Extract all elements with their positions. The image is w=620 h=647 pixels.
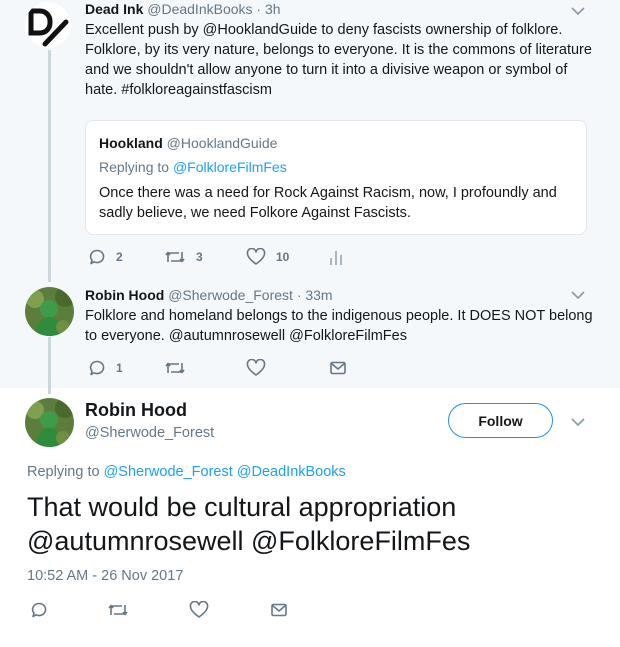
- tweet-actions: 2 3 10: [88, 247, 388, 267]
- retweet-icon: [108, 604, 128, 616]
- quote-author-name: Hookland: [99, 135, 163, 151]
- tweet-text-line: and we shouldn't allow anyone to turn it…: [85, 62, 568, 78]
- avatar[interactable]: [25, 398, 74, 447]
- quote-text-line: Once there was a need for Rock Against R…: [99, 185, 557, 201]
- author-handle[interactable]: @DeadInkBooks: [147, 1, 252, 17]
- author-name[interactable]: Robin Hood: [85, 287, 164, 303]
- like-button[interactable]: [246, 358, 266, 378]
- avatar[interactable]: [25, 2, 71, 48]
- tweet-text-line: Folklore and homeland belongs to the ind…: [85, 308, 593, 324]
- author-name[interactable]: Dead Ink: [85, 1, 143, 17]
- reply-icon: [89, 249, 105, 265]
- tweet-header: Dead Ink @DeadInkBooks · 3h: [85, 1, 281, 17]
- direct-message-button[interactable]: [270, 600, 288, 620]
- tweet-text-line: Excellent push by @HooklandGuide to deny…: [85, 22, 563, 38]
- reply-count: 1: [116, 361, 123, 375]
- analytics-icon: [330, 251, 342, 265]
- chevron-down-icon[interactable]: [571, 417, 585, 427]
- envelope-icon: [330, 361, 346, 375]
- retweet-icon: [165, 251, 185, 263]
- retweet-count: 3: [196, 250, 203, 264]
- quote-header: Hookland @HooklandGuide: [99, 135, 277, 151]
- replying-prefix: Replying to: [27, 464, 100, 480]
- tweet-text-line: hate. #folkloreagainstfascism: [85, 82, 272, 98]
- quote-author-handle: @HooklandGuide: [166, 135, 278, 151]
- tweet-text-line: to everyone. @autumnrosewell @FolkloreFi…: [85, 328, 407, 344]
- author-handle[interactable]: @Sherwode_Forest: [85, 425, 214, 441]
- tweet-dead-ink[interactable]: Dead Ink @DeadInkBooks · 3h Excellent pu…: [0, 0, 620, 270]
- heart-icon: [189, 601, 209, 618]
- like-button[interactable]: [189, 600, 209, 620]
- quote-text: Once there was a need for Rock Against R…: [99, 183, 574, 223]
- tweet-text-line: That would be cultural appropriation: [27, 492, 457, 522]
- retweet-icon: [165, 362, 185, 374]
- tweet-actions: [30, 600, 300, 620]
- replying-to: Replying to @Sherwode_Forest @DeadInkBoo…: [27, 464, 346, 480]
- like-count: 10: [276, 250, 290, 264]
- dead-ink-logo-icon: [28, 8, 69, 47]
- tweet-time[interactable]: · 33m: [297, 287, 333, 303]
- reply-icon: [31, 602, 47, 618]
- avatar[interactable]: [25, 287, 74, 336]
- heart-icon: [246, 359, 266, 376]
- main-tweet-text: That would be cultural appropriation @au…: [27, 490, 587, 558]
- direct-message-button[interactable]: [329, 358, 347, 378]
- like-button[interactable]: 10: [246, 247, 289, 267]
- tweet-robin-hood-reply[interactable]: Robin Hood @Sherwode_Forest · 33m Folklo…: [0, 278, 620, 388]
- chevron-down-icon[interactable]: [571, 6, 585, 16]
- robin-hood-avatar-icon: [25, 287, 74, 336]
- author-name[interactable]: Robin Hood: [85, 400, 187, 421]
- heart-icon: [246, 248, 266, 265]
- retweet-button[interactable]: 3: [164, 247, 203, 267]
- retweet-button[interactable]: [107, 600, 129, 620]
- reply-count: 2: [116, 250, 123, 264]
- replying-to-link[interactable]: @Sherwode_Forest @DeadInkBooks: [104, 464, 346, 480]
- author-handle[interactable]: @Sherwode_Forest: [168, 287, 293, 303]
- tweet-timestamp[interactable]: 10:52 AM - 26 Nov 2017: [27, 568, 183, 584]
- follow-button[interactable]: Follow: [448, 403, 553, 438]
- replying-prefix: Replying to: [99, 159, 170, 175]
- quote-text-line: sadly believe, we need Folkore Against F…: [99, 205, 411, 221]
- reply-button[interactable]: [30, 600, 48, 620]
- analytics-button[interactable]: [329, 247, 343, 267]
- tweet-time[interactable]: · 3h: [256, 1, 280, 17]
- robin-hood-avatar-icon: [25, 398, 74, 447]
- tweet-text-line: Folklore, by its very nature, belongs to…: [85, 42, 592, 58]
- retweet-button[interactable]: [164, 358, 186, 378]
- chevron-down-icon[interactable]: [571, 290, 585, 300]
- quoted-tweet[interactable]: Hookland @HooklandGuide Replying to @Fol…: [85, 120, 587, 235]
- envelope-icon: [271, 603, 287, 617]
- tweet-text: Folklore and homeland belongs to the ind…: [85, 306, 595, 346]
- reply-icon: [89, 360, 105, 376]
- reply-button[interactable]: 2: [88, 247, 123, 267]
- replying-to-link[interactable]: @FolkloreFilmFes: [173, 159, 287, 175]
- tweet-actions: 1: [88, 358, 358, 378]
- tweet-text: Excellent push by @HooklandGuide to deny…: [85, 20, 595, 100]
- tweet-header: Robin Hood @Sherwode_Forest · 33m: [85, 287, 333, 303]
- reply-button[interactable]: 1: [88, 358, 123, 378]
- tweet-text-line: @autumnrosewell @FolkloreFilmFes: [27, 526, 471, 556]
- quote-replying-to: Replying to @FolkloreFilmFes: [99, 159, 287, 175]
